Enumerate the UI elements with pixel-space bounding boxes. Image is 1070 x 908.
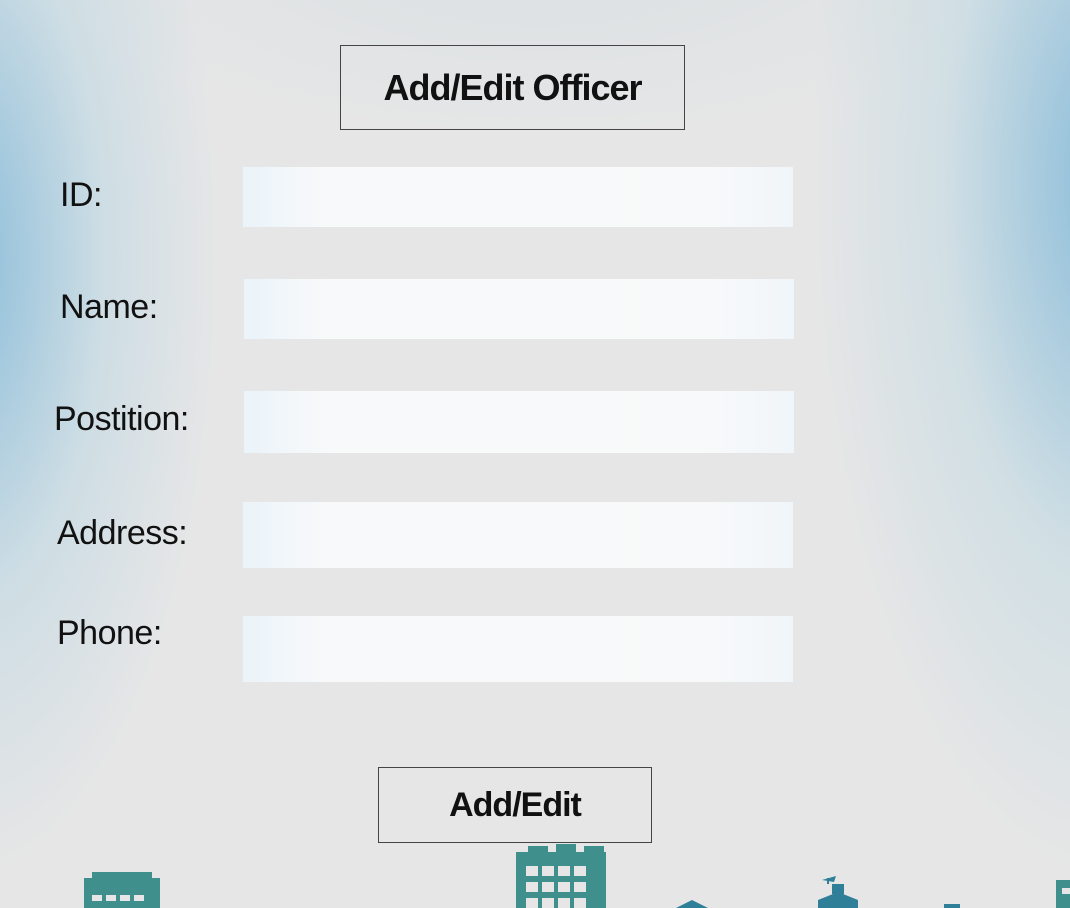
phone-field[interactable] <box>243 616 793 682</box>
phone-label: Phone: <box>57 614 162 652</box>
add-edit-button[interactable]: Add/Edit <box>378 767 652 843</box>
building-icon <box>1056 880 1070 908</box>
position-field[interactable] <box>244 391 794 453</box>
address-field[interactable] <box>243 502 793 568</box>
id-label: ID: <box>60 176 102 214</box>
name-label: Name: <box>60 288 158 326</box>
address-label: Address: <box>57 514 188 552</box>
office-tower-icon <box>516 844 606 908</box>
id-field[interactable] <box>243 167 793 227</box>
school-icon <box>818 876 960 908</box>
house-icon <box>676 900 708 908</box>
position-label: Postition: <box>54 400 189 438</box>
building-icon <box>84 872 160 908</box>
name-field[interactable] <box>244 279 794 339</box>
page-title: Add/Edit Officer <box>340 45 685 130</box>
city-skyline <box>84 844 1070 908</box>
